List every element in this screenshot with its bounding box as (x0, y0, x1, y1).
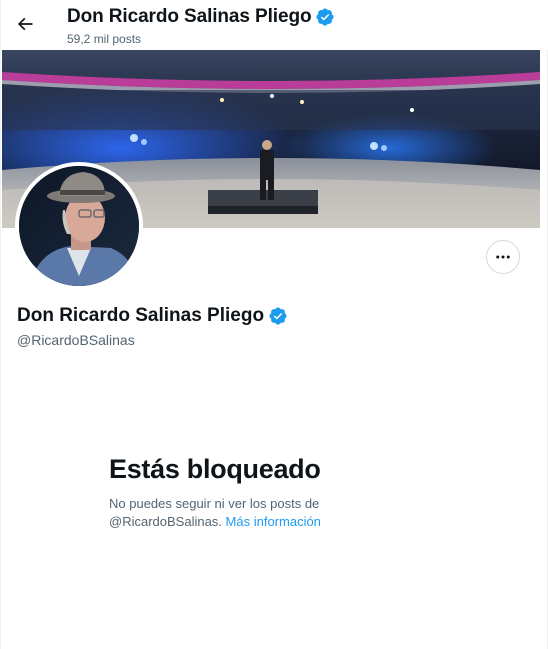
blocked-line-2: @RicardoBSalinas. (109, 514, 222, 529)
more-horizontal-icon (496, 255, 510, 259)
profile-name-row: Don Ricardo Salinas Pliego (17, 305, 288, 327)
header-name: Don Ricardo Salinas Pliego (67, 6, 312, 27)
profile-page: Don Ricardo Salinas Pliego 59,2 mil post… (0, 0, 548, 649)
profile-header: Don Ricardo Salinas Pliego 59,2 mil post… (1, 0, 548, 50)
avatar-image (19, 166, 139, 286)
blocked-title: Estás bloqueado (109, 454, 321, 484)
profile-avatar[interactable] (15, 162, 143, 290)
profile-handle: @RicardoBSalinas (17, 332, 135, 348)
back-arrow-icon (17, 17, 33, 31)
verified-badge-icon (268, 306, 288, 326)
blocked-description: No puedes seguir ni ver los posts de @Ri… (109, 495, 409, 531)
profile-name: Don Ricardo Salinas Pliego (17, 305, 265, 326)
post-count: 59,2 mil posts (67, 32, 142, 46)
more-info-link[interactable]: Más información (226, 514, 321, 529)
blocked-line-1: No puedes seguir ni ver los posts de (109, 496, 320, 511)
header-title: Don Ricardo Salinas Pliego (67, 6, 335, 28)
back-button[interactable] (9, 8, 41, 40)
blocked-message: Estás bloqueado No puedes seguir ni ver … (109, 454, 409, 531)
verified-badge-icon (315, 7, 335, 27)
more-options-button[interactable] (486, 240, 520, 274)
